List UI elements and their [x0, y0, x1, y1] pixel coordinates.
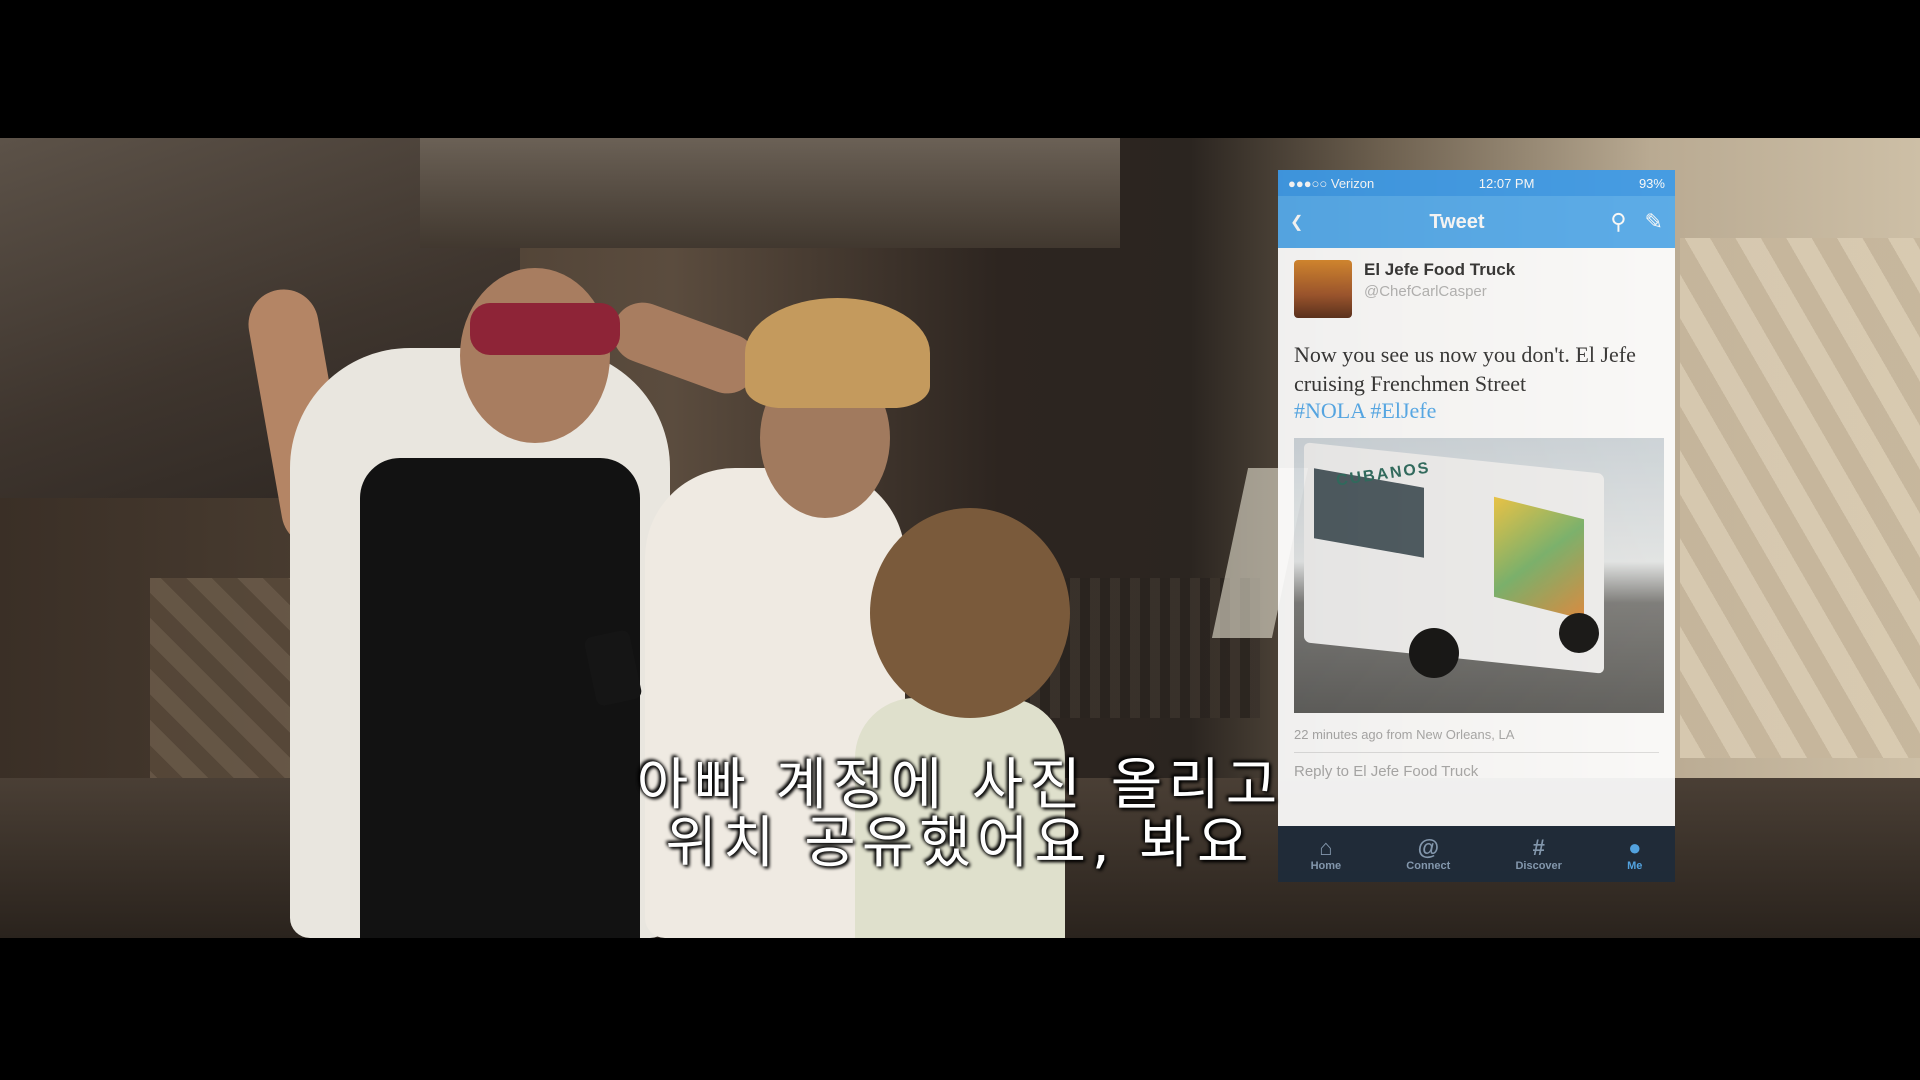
subtitle-line-1: 아빠 계정에 사진 올리고 [636, 753, 1284, 818]
carrier-label: ●●●○○ Verizon [1288, 175, 1375, 191]
boy-head [870, 508, 1070, 718]
author-handle: @ChefCarlCasper [1364, 283, 1487, 300]
status-bar: ●●●○○ Verizon 12:07 PM 93% [1278, 170, 1675, 196]
subtitle-line-2: 위치 공유했어요, 봐요 [665, 811, 1255, 876]
bandana [470, 303, 620, 355]
back-chevron-icon[interactable]: ❮ [1290, 212, 1303, 232]
tweet-meta: 22 minutes ago from New Orleans, LA [1294, 727, 1515, 742]
clock-label: 12:07 PM [1478, 175, 1535, 191]
truck-wheel [1559, 613, 1599, 653]
avatar[interactable] [1294, 260, 1352, 318]
subtitle: 아빠 계정에 사진 올리고 위치 공유했어요, 봐요 [0, 757, 1920, 873]
fedora-hat [745, 298, 930, 408]
compose-icon[interactable]: ✎ [1645, 209, 1663, 235]
tweet-content: El Jefe Food Truck @ChefCarlCasper Now y… [1278, 248, 1675, 792]
tweet-hashtags[interactable]: #NOLA #ElJefe [1294, 398, 1659, 424]
nav-title: Tweet [1429, 210, 1485, 233]
man-left-head [460, 268, 610, 443]
tweet-text: Now you see us now you don't. El Jefe cr… [1294, 342, 1636, 396]
tweet-author[interactable]: El Jefe Food Truck @ChefCarlCasper [1294, 260, 1659, 318]
quilted-wall-right [1680, 238, 1920, 758]
truck-wheel [1409, 628, 1459, 678]
tweet-photo[interactable]: CUBANOS [1294, 438, 1664, 713]
battery-label: 93% [1638, 175, 1665, 191]
kitchen-hood-middle [420, 138, 1120, 248]
author-name[interactable]: El Jefe Food Truck [1364, 260, 1515, 280]
tweet-nav-bar: ❮ Tweet ⚲ ✎ [1278, 196, 1675, 248]
search-icon[interactable]: ⚲ [1610, 209, 1626, 235]
